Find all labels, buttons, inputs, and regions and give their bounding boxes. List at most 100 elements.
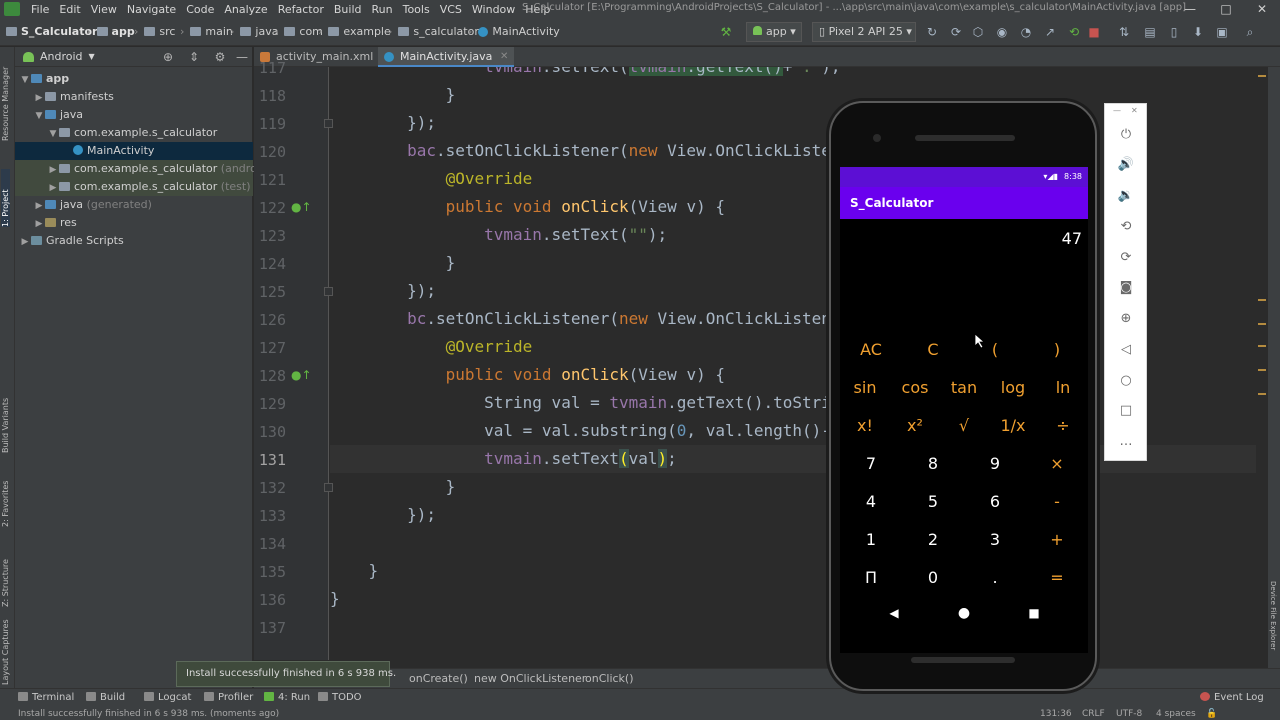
line-separator[interactable]: CRLF [1082,708,1105,720]
menu-refactor[interactable]: Refactor [273,3,329,16]
apply-changes-icon[interactable]: ↻ [924,24,940,40]
maximize-icon[interactable]: □ [1208,0,1244,18]
home-icon[interactable]: ○ [1115,370,1137,392]
home-icon[interactable]: ● [954,603,974,623]
key-equals[interactable]: = [1026,559,1088,597]
minimize-icon[interactable]: — [1113,106,1121,115]
marker-stripe[interactable] [1258,345,1266,347]
menu-edit[interactable]: Edit [54,3,85,16]
key-multiply[interactable]: × [1026,445,1088,483]
project-tab[interactable]: 1: Project [1,169,10,227]
tree-item-res[interactable]: ▶ res [15,214,253,232]
breadcrumb-example[interactable]: example [318,25,391,38]
key-minus[interactable]: - [1026,483,1088,521]
camera-icon[interactable]: ◙ [1115,277,1137,299]
lock-icon[interactable]: 🔓 [1206,708,1217,720]
menu-analyze[interactable]: Analyze [219,3,272,16]
locate-icon[interactable]: ⊕ [161,50,175,64]
key-reciprocal[interactable]: 1/x [988,407,1038,445]
apply-code-changes-icon[interactable]: ⟳ [948,24,964,40]
caret-position[interactable]: 131:36 [1040,708,1072,720]
search-icon[interactable]: ⌕ [1242,24,1258,40]
back-icon[interactable]: ◁ [1115,339,1137,361]
close-icon[interactable]: ✕ [1131,106,1138,115]
marker-stripe[interactable] [1258,75,1266,77]
sync-gradle-icon[interactable]: ⇅ [1116,24,1132,40]
minimize-icon[interactable]: — [1172,0,1208,18]
gear-icon[interactable]: ⚙ [213,50,227,64]
marker-stripe[interactable] [1258,393,1266,395]
key-ln[interactable]: ln [1038,369,1088,407]
sdk-manager-icon[interactable]: ⬇ [1190,24,1206,40]
key-ac[interactable]: AC [840,331,902,369]
menu-vcs[interactable]: VCS [435,3,467,16]
event-log-tool-button[interactable]: Event Log [1200,692,1264,703]
build-tool-button[interactable]: Build [86,692,125,703]
project-structure-icon[interactable]: ▤ [1142,24,1158,40]
key-square[interactable]: x² [890,407,940,445]
tree-item-java[interactable]: ▼ java [15,106,253,124]
attach-debugger-icon[interactable]: ↗ [1042,24,1058,40]
volume-up-icon[interactable]: 🔊 [1115,154,1137,176]
key-5[interactable]: 5 [902,483,964,521]
stop-icon[interactable]: ■ [1086,24,1102,40]
breadcrumb-s-calculator[interactable]: s_calculator [388,25,479,38]
tab-mainactivity-java[interactable]: MainActivity.java ✕ [378,47,515,67]
back-icon[interactable]: ◀ [884,603,904,623]
key-8[interactable]: 8 [902,445,964,483]
overview-icon[interactable]: □ [1115,400,1137,422]
breadcrumb-src[interactable]: src [134,25,175,38]
override-method-icon[interactable]: ●↑ [291,200,312,216]
zoom-icon[interactable]: ⊕ [1115,308,1137,330]
key-plus[interactable]: + [1026,521,1088,559]
close-icon[interactable]: ✕ [1244,0,1280,18]
menu-build[interactable]: Build [329,3,367,16]
file-encoding[interactable]: UTF-8 [1116,708,1142,720]
key-2[interactable]: 2 [902,521,964,559]
key-factorial[interactable]: x! [840,407,890,445]
recents-icon[interactable]: ■ [1024,603,1044,623]
key-divide[interactable]: ÷ [1038,407,1088,445]
marker-stripe[interactable] [1258,299,1266,301]
device-select[interactable]: ▯ Pixel 2 API 25 ▾ [812,22,916,42]
rotate-left-icon[interactable]: ⟲ [1115,216,1137,238]
structure-tab[interactable]: Z: Structure [1,553,10,607]
key-7[interactable]: 7 [840,445,902,483]
key-tan[interactable]: tan [939,369,989,407]
override-method-icon[interactable]: ●↑ [291,368,312,384]
tree-item-package[interactable]: ▼ com.example.s_calculator [15,124,253,142]
breadcrumb-project[interactable]: S_Calculator [6,25,97,38]
menu-file[interactable]: File [26,3,54,16]
key-cos[interactable]: cos [890,369,940,407]
breadcrumb-app[interactable]: app [86,25,135,38]
favorites-tab[interactable]: 2: Favorites [1,473,10,527]
terminal-tool-button[interactable]: Terminal [18,692,74,703]
marker-stripe[interactable] [1258,323,1266,325]
key-sin[interactable]: sin [840,369,890,407]
emulator-screen[interactable]: ▾◢▮ 8:38 S_Calculator 47 AC C ( ) sin co… [840,167,1088,653]
run-tool-button[interactable]: 4: Run [264,692,310,703]
key-decimal[interactable]: . [964,559,1026,597]
tree-item-mainactivity[interactable]: MainActivity [15,142,253,160]
key-3[interactable]: 3 [964,521,1026,559]
breadcrumb-oncreate[interactable]: onCreate() [409,672,468,685]
close-icon[interactable]: ✕ [500,47,508,67]
debug-icon[interactable]: ⬡ [970,24,986,40]
menu-code[interactable]: Code [181,3,219,16]
key-6[interactable]: 6 [964,483,1026,521]
key-9[interactable]: 9 [964,445,1026,483]
coverage-icon[interactable]: ◉ [994,24,1010,40]
profiler-tool-button[interactable]: Profiler [204,692,253,703]
marker-stripe[interactable] [1258,369,1266,371]
logcat-tool-button[interactable]: Logcat [144,692,191,703]
resource-manager-tab[interactable]: Resource Manager [1,55,10,141]
hammer-icon[interactable]: ⚒ [718,24,734,40]
tree-item-manifests[interactable]: ▶ manifests [15,88,253,106]
breadcrumb-onclick[interactable]: onClick() [585,672,634,685]
profile-icon[interactable]: ◔ [1018,24,1034,40]
key-4[interactable]: 4 [840,483,902,521]
avd-manager-icon[interactable]: ▯ [1166,24,1182,40]
build-variants-tab[interactable]: Build Variants [1,381,10,453]
more-icon[interactable]: … [1115,431,1137,453]
breadcrumb-com[interactable]: com [274,25,323,38]
